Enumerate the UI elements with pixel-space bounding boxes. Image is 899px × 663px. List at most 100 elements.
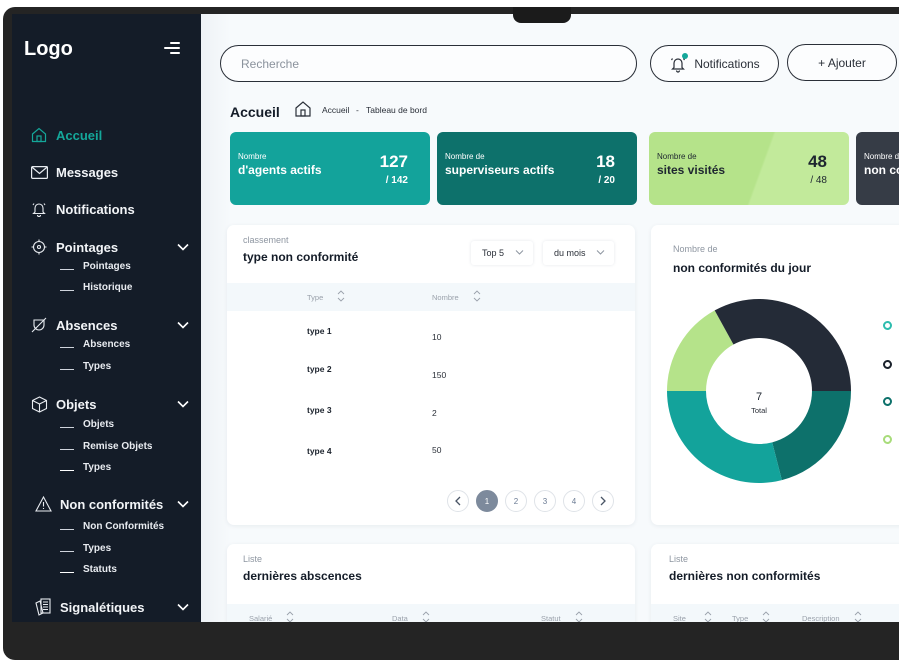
table-header: Salarié Data Statut	[227, 604, 635, 622]
column-header-salarie[interactable]: Salarié	[249, 611, 294, 622]
sidebar-item-label: Absences	[56, 317, 118, 333]
chevron-down-icon[interactable]	[176, 240, 190, 254]
sidebar-item-signaletiques[interactable]: Signalétiques	[34, 598, 190, 616]
column-header-site[interactable]: Site	[673, 611, 712, 622]
sort-icon	[704, 611, 712, 622]
card-title: non conformités du jour	[673, 261, 811, 275]
column-header-description[interactable]: Description	[802, 611, 862, 622]
sidebar-subitem-absence-types[interactable]: Types	[60, 361, 111, 372]
sidebar-item-label: Messages	[56, 164, 119, 180]
card-title: dernières non conformités	[669, 569, 821, 583]
sidebar-item-non-conformites[interactable]: Non conformités	[34, 495, 190, 513]
stat-total: / 20	[598, 175, 615, 186]
sidebar-item-label: Pointages	[56, 239, 119, 255]
pagination-page-3[interactable]: 3	[534, 490, 556, 512]
warning-icon	[34, 495, 52, 513]
add-button[interactable]: + Ajouter	[787, 44, 897, 81]
stat-label-small: Nombre de	[864, 152, 899, 161]
sidebar-subitem-historique[interactable]: Historique	[60, 282, 132, 293]
pagination-page-2[interactable]: 2	[505, 490, 527, 512]
sort-icon	[762, 611, 770, 622]
menu-toggle-icon[interactable]	[162, 42, 180, 56]
sidebar-item-pointages[interactable]: Pointages	[30, 238, 190, 256]
sidebar-item-notifications[interactable]: Notifications	[30, 200, 190, 218]
column-header-nombre[interactable]: Nombre	[432, 290, 481, 302]
stat-value: 18	[596, 152, 615, 171]
donut-slice-segment-dark-teal[interactable]	[772, 391, 851, 481]
legend-marker	[883, 360, 892, 369]
card-title: type non conformité	[243, 250, 359, 264]
pagination-page-4[interactable]: 4	[563, 490, 585, 512]
home-icon	[30, 126, 48, 144]
chevron-down-icon[interactable]	[176, 318, 190, 332]
stat-total: / 142	[385, 175, 408, 186]
column-header-type[interactable]: Type	[307, 290, 345, 302]
sidebar-subitem-absences[interactable]: Absences	[60, 339, 130, 350]
pagination-prev-button[interactable]	[447, 490, 469, 512]
sidebar-item-objets[interactable]: Objets	[30, 395, 190, 413]
column-header-type[interactable]: Type	[732, 611, 770, 622]
chevron-down-icon[interactable]	[176, 600, 190, 614]
legend-marker	[883, 435, 892, 444]
documents-icon	[34, 598, 52, 616]
legend-marker	[883, 397, 892, 406]
sidebar-subitem-objet-types[interactable]: Types	[60, 462, 111, 473]
table-header: Site Type Description	[651, 604, 899, 622]
sidebar-subitem-non-conformites[interactable]: Non Conformités	[60, 521, 164, 532]
card-title: dernières abscences	[243, 569, 362, 583]
breadcrumb-separator: -	[356, 105, 359, 115]
absence-icon	[30, 316, 48, 334]
sidebar-item-accueil[interactable]: Accueil	[30, 126, 190, 144]
donut-slice-segment-dark[interactable]	[714, 299, 851, 391]
target-icon	[30, 238, 48, 256]
stat-label: non conformités	[864, 163, 899, 177]
legend-marker	[883, 321, 892, 330]
stat-card-sites: Nombre de sites visités 48 / 48	[649, 132, 849, 205]
sidebar-item-absences[interactable]: Absences	[30, 316, 190, 334]
ranking-card: classement type non conformité Top 5 du …	[227, 225, 635, 525]
sidebar-item-messages[interactable]: Messages	[30, 163, 190, 181]
sidebar-subitem-pointages[interactable]: Pointages	[60, 261, 131, 272]
column-header-statut[interactable]: Statut	[541, 611, 583, 622]
period-filter-dropdown[interactable]: du mois	[543, 241, 614, 265]
breadcrumb-home-icon[interactable]	[294, 100, 312, 118]
stat-label: sites visités	[657, 163, 726, 177]
sort-icon	[337, 290, 345, 302]
column-header-data[interactable]: Data	[392, 611, 430, 622]
pagination-next-button[interactable]	[592, 490, 614, 512]
stat-card-non-conformites: Nombre de non conformités	[856, 132, 899, 205]
sidebar-subitem-remise-objets[interactable]: Remise Objets	[60, 441, 152, 452]
pagination-page-1[interactable]: 1	[476, 490, 498, 512]
stat-value: 127	[379, 152, 408, 171]
chevron-down-icon[interactable]	[176, 397, 190, 411]
top-filter-dropdown[interactable]: Top 5	[471, 241, 533, 265]
box-icon	[30, 395, 48, 413]
stat-label-small: Nombre de	[445, 152, 485, 161]
stat-card-superviseurs: Nombre de superviseurs actifs 18 / 20	[437, 132, 637, 205]
screen: Logo Accueil Messages Notifications Poin…	[12, 14, 899, 622]
sidebar-subitem-objets[interactable]: Objets	[60, 419, 114, 430]
stat-label: superviseurs actifs	[445, 163, 555, 177]
stat-label: d'agents actifs	[238, 163, 322, 177]
sidebar-subitem-nc-types[interactable]: Types	[60, 543, 111, 554]
stat-card-agents: Nombre d'agents actifs 127 / 142	[230, 132, 430, 205]
card-subtitle: classement	[243, 235, 289, 245]
chevron-down-icon	[596, 250, 605, 255]
sort-icon	[287, 611, 294, 622]
search-input[interactable]	[220, 45, 637, 82]
card-subtitle: Nombre de	[673, 244, 718, 254]
notifications-button[interactable]: Notifications	[650, 45, 779, 82]
donut-card: Nombre de non conformités du jour 7 Tota…	[651, 225, 899, 525]
chevron-down-icon[interactable]	[176, 497, 190, 511]
donut-slice-segment-teal[interactable]	[667, 391, 782, 483]
sidebar-item-label: Notifications	[56, 201, 135, 217]
sidebar-subitem-statuts[interactable]: Statuts	[60, 564, 117, 575]
bell-icon	[30, 200, 48, 218]
mail-icon	[30, 163, 48, 181]
breadcrumb-accueil[interactable]: Accueil	[322, 105, 349, 115]
camera-notch	[513, 7, 571, 23]
chevron-down-icon	[515, 250, 524, 255]
sort-icon	[575, 611, 582, 622]
table-header: Type Nombre	[227, 283, 635, 311]
stat-total: / 48	[810, 175, 827, 186]
